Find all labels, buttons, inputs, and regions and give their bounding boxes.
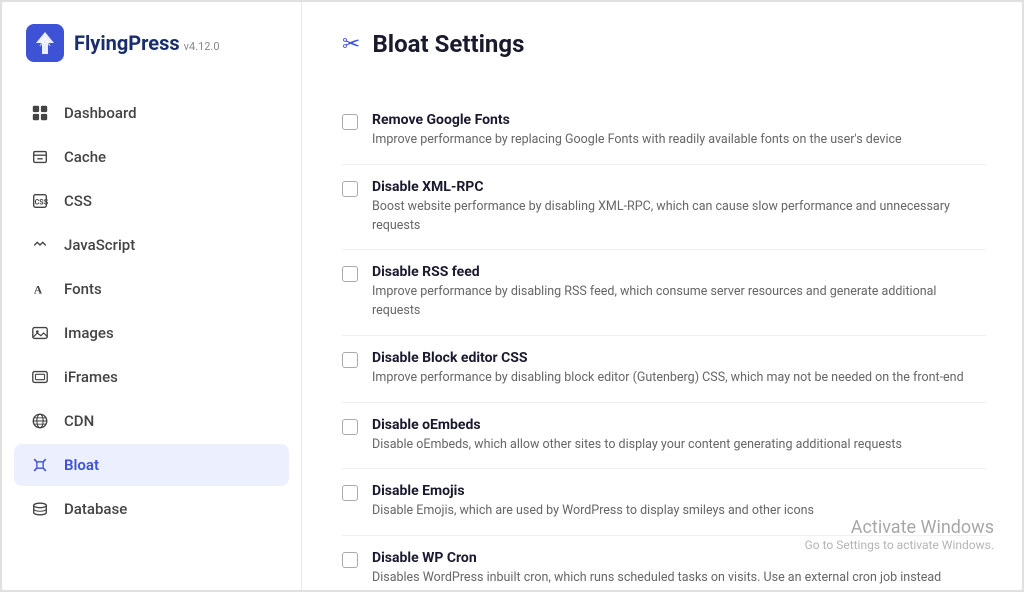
sidebar-item-database[interactable]: Database xyxy=(14,488,289,530)
disable-rss-feed-title: Disable RSS feed xyxy=(372,264,986,280)
sidebar-item-fonts-label: Fonts xyxy=(64,280,102,298)
main-content: ✂ Bloat Settings Remove Google Fonts Imp… xyxy=(302,2,1022,590)
disable-rss-feed-checkbox[interactable] xyxy=(342,266,358,282)
remove-google-fonts-title: Remove Google Fonts xyxy=(372,112,986,128)
disable-oembeds-desc: Disable oEmbeds, which allow other sites… xyxy=(372,436,986,455)
disable-wp-cron-content: Disable WP Cron Disables WordPress inbui… xyxy=(372,550,986,588)
sidebar-item-iframes-label: iFrames xyxy=(64,368,118,386)
page-header-icon: ✂ xyxy=(342,32,360,57)
brand-logo-icon xyxy=(26,24,64,62)
settings-list: Remove Google Fonts Improve performance … xyxy=(342,98,986,590)
dashboard-icon xyxy=(30,103,50,123)
setting-item-disable-rss-feed: Disable RSS feed Improve performance by … xyxy=(342,250,986,336)
disable-block-editor-css-desc: Improve performance by disabling block e… xyxy=(372,369,986,388)
setting-item-remove-google-fonts: Remove Google Fonts Improve performance … xyxy=(342,98,986,165)
setting-item-disable-wp-cron: Disable WP Cron Disables WordPress inbui… xyxy=(342,536,986,590)
disable-block-editor-css-checkbox[interactable] xyxy=(342,352,358,368)
sidebar-item-cdn[interactable]: CDN xyxy=(14,400,289,442)
disable-emojis-content: Disable Emojis Disable Emojis, which are… xyxy=(372,483,986,521)
setting-item-disable-oembeds: Disable oEmbeds Disable oEmbeds, which a… xyxy=(342,403,986,470)
cache-icon xyxy=(30,147,50,167)
disable-wp-cron-title: Disable WP Cron xyxy=(372,550,986,566)
disable-wp-cron-checkbox[interactable] xyxy=(342,552,358,568)
disable-wp-cron-desc: Disables WordPress inbuilt cron, which r… xyxy=(372,569,986,588)
disable-block-editor-css-title: Disable Block editor CSS xyxy=(372,350,986,366)
css-icon: CSS xyxy=(30,191,50,211)
brand-name: FlyingPress xyxy=(74,31,180,55)
sidebar-item-database-label: Database xyxy=(64,500,127,518)
disable-oembeds-checkbox[interactable] xyxy=(342,419,358,435)
disable-rss-feed-desc: Improve performance by disabling RSS fee… xyxy=(372,283,986,321)
bloat-icon xyxy=(30,455,50,475)
javascript-icon xyxy=(30,235,50,255)
disable-rss-feed-content: Disable RSS feed Improve performance by … xyxy=(372,264,986,321)
sidebar-item-javascript[interactable]: JavaScript xyxy=(14,224,289,266)
brand-version: v4.12.0 xyxy=(184,40,220,53)
setting-item-disable-xml-rpc: Disable XML-RPC Boost website performanc… xyxy=(342,165,986,251)
disable-emojis-checkbox[interactable] xyxy=(342,485,358,501)
disable-xml-rpc-checkbox[interactable] xyxy=(342,181,358,197)
page-header: ✂ Bloat Settings xyxy=(342,30,986,58)
disable-emojis-title: Disable Emojis xyxy=(372,483,986,499)
sidebar-item-iframes[interactable]: iFrames xyxy=(14,356,289,398)
remove-google-fonts-content: Remove Google Fonts Improve performance … xyxy=(372,112,986,150)
disable-xml-rpc-desc: Boost website performance by disabling X… xyxy=(372,198,986,236)
page-title: Bloat Settings xyxy=(372,30,524,58)
sidebar-item-cache[interactable]: Cache xyxy=(14,136,289,178)
disable-xml-rpc-title: Disable XML-RPC xyxy=(372,179,986,195)
svg-text:A: A xyxy=(34,284,43,297)
remove-google-fonts-desc: Improve performance by replacing Google … xyxy=(372,131,986,150)
sidebar-item-bloat[interactable]: Bloat xyxy=(14,444,289,486)
disable-xml-rpc-content: Disable XML-RPC Boost website performanc… xyxy=(372,179,986,236)
sidebar-item-dashboard-label: Dashboard xyxy=(64,104,137,122)
disable-oembeds-content: Disable oEmbeds Disable oEmbeds, which a… xyxy=(372,417,986,455)
sidebar-item-css[interactable]: CSS CSS xyxy=(14,180,289,222)
disable-block-editor-css-content: Disable Block editor CSS Improve perform… xyxy=(372,350,986,388)
sidebar-item-fonts[interactable]: A Fonts xyxy=(14,268,289,310)
sidebar-item-images[interactable]: Images xyxy=(14,312,289,354)
sidebar-item-cache-label: Cache xyxy=(64,148,106,166)
setting-item-disable-emojis: Disable Emojis Disable Emojis, which are… xyxy=(342,469,986,536)
images-icon xyxy=(30,323,50,343)
sidebar-item-images-label: Images xyxy=(64,324,114,342)
sidebar-item-css-label: CSS xyxy=(64,192,92,210)
sidebar-item-javascript-label: JavaScript xyxy=(64,236,135,254)
sidebar-item-bloat-label: Bloat xyxy=(64,456,99,474)
sidebar: FlyingPress v4.12.0 Dashboard xyxy=(2,2,302,590)
sidebar-item-dashboard[interactable]: Dashboard xyxy=(14,92,289,134)
disable-oembeds-title: Disable oEmbeds xyxy=(372,417,986,433)
database-icon xyxy=(30,499,50,519)
disable-emojis-desc: Disable Emojis, which are used by WordPr… xyxy=(372,502,986,521)
fonts-icon: A xyxy=(30,279,50,299)
iframes-icon xyxy=(30,367,50,387)
svg-text:CSS: CSS xyxy=(35,198,49,207)
remove-google-fonts-checkbox[interactable] xyxy=(342,114,358,130)
sidebar-item-cdn-label: CDN xyxy=(64,412,94,430)
logo-area: FlyingPress v4.12.0 xyxy=(2,2,301,84)
sidebar-navigation: Dashboard Cache CSS CSS xyxy=(2,84,301,538)
setting-item-disable-block-editor-css: Disable Block editor CSS Improve perform… xyxy=(342,336,986,403)
cdn-icon xyxy=(30,411,50,431)
